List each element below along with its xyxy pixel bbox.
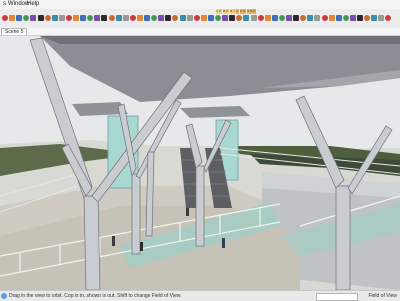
tape-measure-icon[interactable]: [80, 15, 87, 21]
look-around-icon[interactable]: [179, 15, 186, 21]
menu-bar: s Window Help: [0, 0, 400, 9]
scene-tabs: Scene 5: [0, 28, 400, 36]
rotate-icon[interactable]: [58, 15, 65, 21]
section-plane-icon[interactable]: [186, 15, 193, 21]
orbit-icon[interactable]: [122, 15, 129, 21]
modeling-viewport[interactable]: [0, 36, 400, 290]
move-icon[interactable]: [51, 15, 58, 21]
info-icon: [1, 293, 7, 299]
column-far-trunk: [335, 185, 351, 290]
get-models-icon[interactable]: [200, 15, 207, 21]
split-icon[interactable]: [378, 15, 385, 21]
zoom-window-icon[interactable]: [144, 15, 150, 21]
warehouse-icon[interactable]: [215, 15, 221, 21]
axes-icon[interactable]: [108, 15, 115, 21]
person-3: [222, 238, 225, 248]
wireframe-icon[interactable]: [286, 15, 292, 21]
hidden-line-icon[interactable]: [293, 15, 300, 21]
iso-view-icon[interactable]: [229, 15, 236, 21]
canopy-edge: [40, 36, 400, 44]
solid-tools-icon[interactable]: [335, 15, 342, 21]
scale-icon[interactable]: [65, 15, 72, 21]
top-view-icon[interactable]: [236, 15, 243, 21]
extension-icon[interactable]: [222, 15, 229, 21]
paint-bucket-icon[interactable]: [16, 15, 23, 21]
scene-render: [0, 36, 400, 290]
pan-icon[interactable]: [129, 15, 136, 21]
shadows-icon[interactable]: [321, 15, 328, 21]
3d-text-icon[interactable]: [115, 15, 122, 21]
subtract-icon[interactable]: [364, 15, 371, 21]
column-left-trunk: [83, 195, 101, 290]
monochrome-icon[interactable]: [314, 15, 321, 21]
column-mid-trunk: [131, 173, 141, 255]
status-bar: Drag in the view to orbit. Cop is in, sh…: [0, 290, 400, 301]
right-view-icon[interactable]: [250, 15, 257, 21]
trim-icon[interactable]: [371, 15, 378, 21]
zoom-icon[interactable]: [136, 15, 143, 21]
rectangle-icon[interactable]: [37, 15, 44, 21]
xray-icon[interactable]: [271, 15, 278, 21]
position-camera-icon[interactable]: [165, 15, 172, 21]
line-icon[interactable]: [23, 15, 30, 21]
arc-icon[interactable]: [30, 15, 37, 21]
person-2: [140, 242, 143, 251]
select-icon[interactable]: [2, 15, 8, 21]
outer-shell-icon[interactable]: [342, 15, 349, 21]
walk-icon[interactable]: [172, 15, 179, 21]
eraser-icon[interactable]: [9, 15, 16, 21]
union-icon[interactable]: [357, 15, 363, 21]
person-1: [112, 236, 115, 246]
shadow-month-label[interactable]: D: [253, 9, 257, 14]
front-view-icon[interactable]: [243, 15, 250, 21]
column-right-trunk: [195, 165, 205, 247]
push-pull-icon[interactable]: [44, 15, 51, 21]
component-icon[interactable]: [193, 15, 200, 21]
back-view-icon[interactable]: [257, 15, 264, 21]
dimension-icon[interactable]: [87, 15, 94, 21]
menu-item-tools[interactable]: s: [3, 0, 6, 9]
previous-view-icon[interactable]: [158, 15, 165, 21]
shaded-icon[interactable]: [300, 15, 307, 21]
back-edges-icon[interactable]: [278, 15, 285, 21]
sandbox-icon[interactable]: [385, 15, 392, 21]
offset-icon[interactable]: [73, 15, 79, 21]
person-4: [186, 208, 189, 216]
tab-scene-5[interactable]: Scene 5: [1, 28, 28, 35]
shaded-textures-icon[interactable]: [307, 15, 314, 21]
left-view-icon[interactable]: [264, 15, 271, 21]
protractor-icon[interactable]: [94, 15, 101, 21]
menu-item-help[interactable]: Help: [27, 0, 39, 9]
intersect-icon[interactable]: [349, 15, 356, 21]
text-icon[interactable]: [101, 15, 108, 21]
canopy-mid-right: [180, 106, 250, 118]
main-toolbar: JFMAMJJASOND: [0, 9, 400, 29]
share-model-icon[interactable]: [207, 15, 214, 21]
fog-icon[interactable]: [328, 15, 335, 21]
zoom-extents-icon[interactable]: [151, 15, 158, 21]
